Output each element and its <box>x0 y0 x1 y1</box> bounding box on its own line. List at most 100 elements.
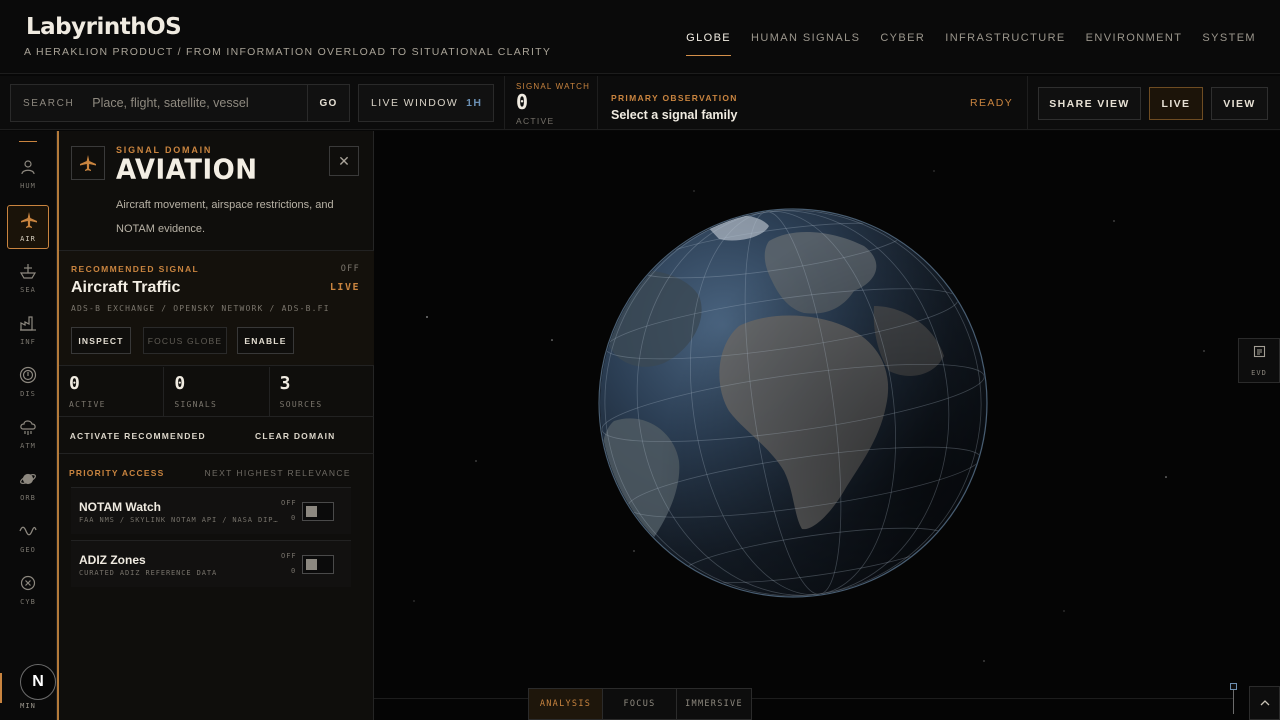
tab-globe[interactable]: GLOBE <box>686 32 731 56</box>
rail-item-air[interactable]: AIR <box>7 205 49 249</box>
rail-label: GEO <box>20 546 36 554</box>
timeline-tick <box>1233 690 1234 714</box>
brand-title[interactable]: LabyrinthOS <box>26 14 182 40</box>
recommended-sources: ADS-B EXCHANGE / OPENSKY NETWORK / ADS-B… <box>71 304 330 313</box>
rail-min-label: MIN <box>20 702 36 710</box>
live-window-selector[interactable]: LIVE WINDOW 1H <box>358 84 494 122</box>
timeline-track <box>374 698 1234 699</box>
rail-item-geo[interactable]: GEO <box>7 517 49 561</box>
clear-domain-button[interactable]: CLEAR DOMAIN <box>217 418 375 453</box>
toolbar-divider <box>1027 76 1028 130</box>
focus-globe-button[interactable]: FOCUS GLOBE <box>143 327 227 354</box>
priority-item-state: OFF <box>281 499 297 507</box>
airplane-icon <box>80 155 96 171</box>
evidence-button[interactable]: EVD <box>1238 338 1280 383</box>
factory-icon <box>20 316 36 331</box>
tab-system[interactable]: SYSTEM <box>1202 32 1256 56</box>
enable-button[interactable]: ENABLE <box>237 327 294 354</box>
recommended-kicker: RECOMMENDED SIGNAL <box>71 264 200 274</box>
chevron-up-icon <box>1260 700 1269 706</box>
rail-label: ATM <box>20 442 36 450</box>
avatar[interactable]: N <box>20 664 56 700</box>
adiz-zones-toggle[interactable] <box>302 555 334 574</box>
signal-watch-sub: ACTIVE <box>516 116 555 126</box>
rail-item-orb[interactable]: ORB <box>7 465 49 509</box>
evidence-label: EVD <box>1251 369 1267 377</box>
live-button[interactable]: LIVE <box>1149 87 1203 120</box>
rail-label: INF <box>20 338 36 346</box>
rail-item-cyb[interactable]: CYB <box>7 569 49 613</box>
priority-item-state: OFF <box>281 552 297 560</box>
tab-environment[interactable]: ENVIRONMENT <box>1086 32 1183 56</box>
live-badge: LIVE <box>329 282 360 293</box>
globe-viewport[interactable] <box>374 131 1280 720</box>
tab-infrastructure[interactable]: INFRASTRUCTURE <box>945 32 1065 56</box>
priority-subtitle: NEXT HIGHEST RELEVANCE <box>204 468 351 478</box>
domain-rail: HUM AIR SEA INF DIS ATM ORB GEO CYB MIN <box>0 131 57 720</box>
toolbar: SEARCH GO LIVE WINDOW 1H SIGNAL WATCH 0 … <box>0 76 1280 130</box>
stat-value: 0 <box>174 373 186 394</box>
brand-tagline: A HERAKLION PRODUCT / FROM INFORMATION O… <box>24 46 552 58</box>
domain-panel: SIGNAL DOMAIN AVIATION ✕ Aircraft moveme… <box>57 131 374 720</box>
priority-item-name: NOTAM Watch <box>79 500 161 514</box>
stats-row: 0 ACTIVE 0 SIGNALS 3 SOURCES <box>59 367 374 417</box>
tab-focus[interactable]: FOCUS <box>603 689 677 719</box>
view-button[interactable]: VIEW <box>1211 87 1268 120</box>
rail-item-dis[interactable]: DIS <box>7 361 49 405</box>
stat-label: SOURCES <box>279 400 323 409</box>
rail-label: DIS <box>20 390 36 398</box>
primary-observation-value: Select a signal family <box>611 108 738 122</box>
priority-item-count: 0 <box>291 567 296 575</box>
primary-observation-label: PRIMARY OBSERVATION <box>611 93 738 103</box>
ship-icon <box>19 264 37 279</box>
tab-human-signals[interactable]: HUMAN SIGNALS <box>751 32 860 56</box>
rail-item-hum[interactable]: HUM <box>7 153 49 197</box>
rail-label: HUM <box>20 182 36 190</box>
tab-analysis[interactable]: ANALYSIS <box>529 689 603 719</box>
status-indicator: READY <box>970 97 1014 109</box>
stat-label: SIGNALS <box>174 400 218 409</box>
rail-item-inf[interactable]: INF <box>7 309 49 353</box>
rail-label: SEA <box>20 286 36 294</box>
rail-label: CYB <box>20 598 36 606</box>
rail-label: ORB <box>20 494 36 502</box>
stat-label: ACTIVE <box>69 400 106 409</box>
priority-item-notam-watch[interactable]: NOTAM Watch FAA NMS / SKYLINK NOTAM API … <box>71 487 351 534</box>
mode-tabs: ANALYSIS FOCUS IMMERSIVE <box>528 688 752 720</box>
rail-top-mark <box>19 141 37 142</box>
scroll-up-button[interactable] <box>1249 686 1280 720</box>
inspect-button[interactable]: INSPECT <box>71 327 131 354</box>
search-input[interactable] <box>86 85 307 121</box>
tab-immersive[interactable]: IMMERSIVE <box>677 689 751 719</box>
priority-item-adiz-zones[interactable]: ADIZ Zones CURATED ADIZ REFERENCE DATA O… <box>71 540 351 587</box>
activate-recommended-button[interactable]: ACTIVATE RECOMMENDED <box>59 418 217 453</box>
priority-item-sources: CURATED ADIZ REFERENCE DATA <box>79 569 218 577</box>
recommended-state: OFF <box>340 264 360 274</box>
close-icon[interactable]: ✕ <box>329 146 359 176</box>
stat-sources: 3 SOURCES <box>270 367 374 416</box>
globe <box>598 208 988 598</box>
search-label: SEARCH <box>23 97 75 109</box>
main-nav: GLOBE HUMAN SIGNALS CYBER INFRASTRUCTURE… <box>686 32 1256 56</box>
stat-signals: 0 SIGNALS <box>164 367 270 416</box>
notam-watch-toggle[interactable] <box>302 502 334 521</box>
rail-item-atm[interactable]: ATM <box>7 413 49 457</box>
airplane-icon <box>21 212 37 228</box>
search-box: SEARCH GO <box>10 84 350 122</box>
rail-min-mark <box>0 673 2 703</box>
domain-title: AVIATION <box>116 154 258 186</box>
globe-graphic[interactable] <box>374 131 1280 720</box>
tab-cyber[interactable]: CYBER <box>880 32 925 56</box>
cyber-icon <box>20 575 36 591</box>
signal-watch: SIGNAL WATCH 0 ACTIVE <box>504 76 598 130</box>
search-go-button[interactable]: GO <box>307 85 349 121</box>
recommended-title: Aircraft Traffic <box>71 279 181 296</box>
priority-item-name: ADIZ Zones <box>79 553 146 567</box>
signal-watch-count: 0 <box>516 90 529 114</box>
share-view-button[interactable]: SHARE VIEW <box>1038 87 1141 120</box>
alert-circle-icon <box>19 366 37 384</box>
rail-item-sea[interactable]: SEA <box>7 257 49 301</box>
stat-active: 0 ACTIVE <box>59 367 165 416</box>
timeline-handle[interactable] <box>1230 683 1237 690</box>
recommended-signal-card: RECOMMENDED SIGNAL OFF Aircraft Traffic … <box>59 250 374 366</box>
